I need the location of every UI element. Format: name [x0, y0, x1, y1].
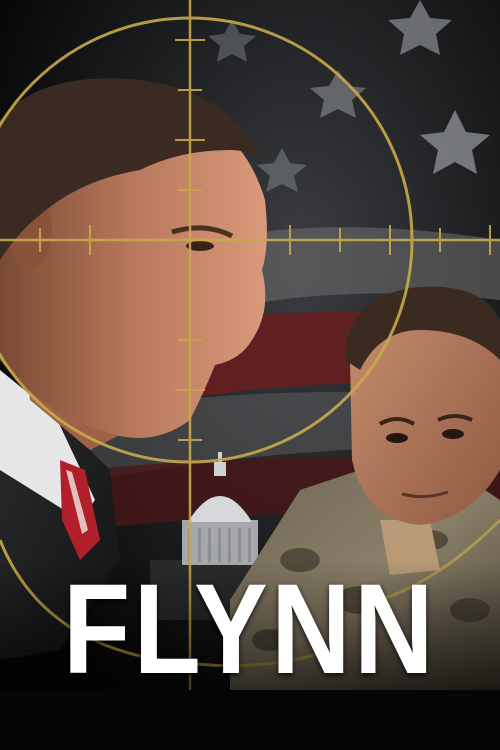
poster-title: FLYNN [63, 558, 437, 701]
movie-poster: FLYNN [0, 0, 500, 750]
